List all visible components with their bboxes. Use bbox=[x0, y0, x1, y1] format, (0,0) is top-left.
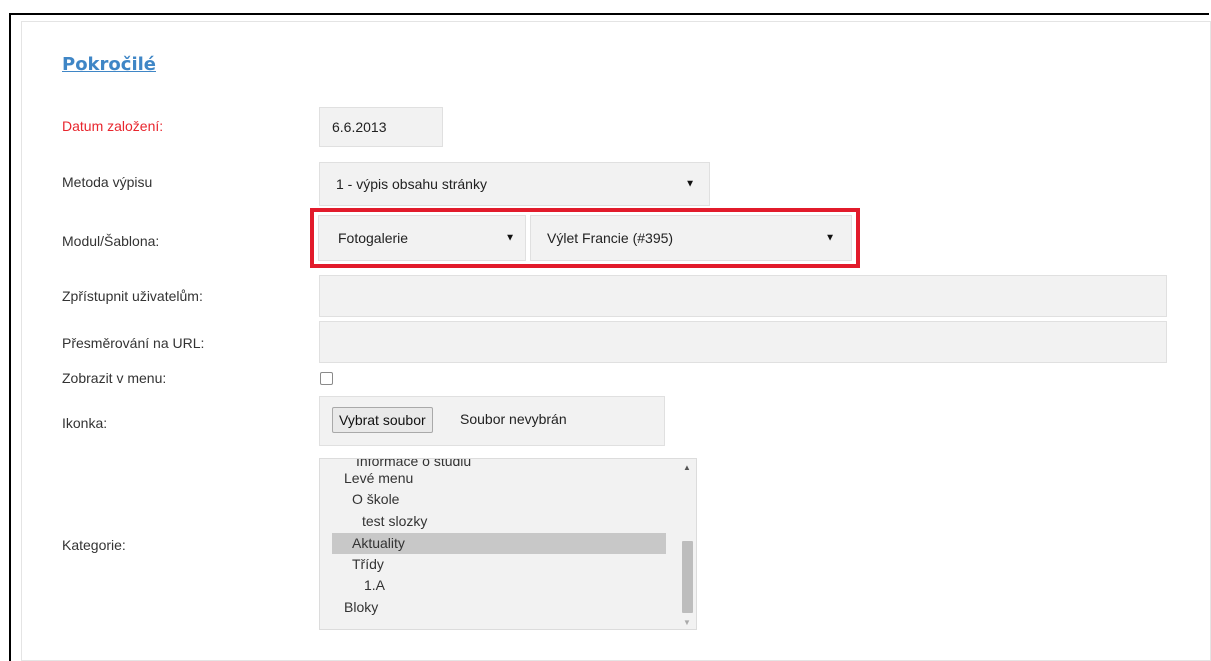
method-select-value: 1 - výpis obsahu stránky bbox=[336, 176, 487, 192]
listbox-scrollbar[interactable]: ▲ ▼ bbox=[680, 461, 694, 627]
show-in-menu-checkbox[interactable] bbox=[320, 372, 333, 385]
redirect-input[interactable] bbox=[319, 321, 1167, 363]
menu-label: Zobrazit v menu: bbox=[62, 370, 167, 386]
redirect-label: Přesměrování na URL: bbox=[62, 335, 205, 351]
choose-file-button[interactable]: Vybrat soubor bbox=[332, 407, 433, 433]
list-item[interactable]: test slozky bbox=[332, 511, 666, 532]
highlight-box bbox=[310, 208, 860, 268]
scroll-up-arrow-icon[interactable]: ▲ bbox=[683, 463, 691, 472]
category-label: Kategorie: bbox=[62, 537, 126, 553]
list-item[interactable]: 1.A bbox=[332, 575, 666, 596]
list-item[interactable]: O škole bbox=[332, 489, 666, 510]
section-title-link[interactable]: Pokročilé bbox=[62, 54, 156, 75]
module-label: Modul/Šablona: bbox=[62, 233, 160, 249]
created-date-field: 6.6.2013 bbox=[319, 107, 443, 147]
list-item[interactable]: Levé menu bbox=[332, 468, 666, 489]
category-listbox[interactable]: Informace o studiu Levé menu O škole tes… bbox=[319, 458, 697, 630]
scroll-down-arrow-icon[interactable]: ▼ bbox=[683, 618, 691, 627]
users-label: Zpřístupnit uživatelům: bbox=[62, 288, 203, 304]
list-item[interactable]: Třídy bbox=[332, 554, 666, 575]
caret-down-icon: ▼ bbox=[685, 178, 695, 190]
file-status-text: Soubor nevybrán bbox=[460, 411, 567, 427]
list-item[interactable]: Bloky bbox=[332, 597, 666, 618]
created-date-label: Datum založení: bbox=[62, 118, 164, 134]
method-select[interactable]: 1 - výpis obsahu stránky ▼ bbox=[319, 162, 710, 206]
created-date-value: 6.6.2013 bbox=[332, 119, 387, 135]
list-item-selected[interactable]: Aktuality bbox=[332, 533, 666, 554]
users-input[interactable] bbox=[319, 275, 1167, 317]
icon-label: Ikonka: bbox=[62, 415, 108, 431]
scrollbar-thumb[interactable] bbox=[682, 541, 693, 613]
method-label: Metoda výpisu bbox=[62, 174, 153, 190]
